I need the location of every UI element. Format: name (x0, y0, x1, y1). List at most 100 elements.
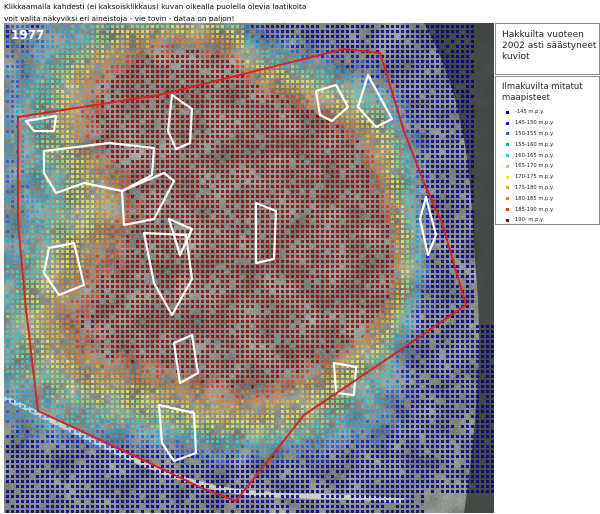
ground-point (381, 30, 384, 33)
ground-point (81, 155, 84, 158)
ground-point (106, 145, 109, 148)
ground-point (271, 30, 274, 33)
ground-point (106, 180, 109, 183)
ground-point (456, 50, 459, 53)
ground-point (176, 295, 179, 298)
ground-point (61, 55, 64, 58)
ground-point (261, 265, 264, 268)
ground-point (211, 70, 214, 73)
ground-point (251, 175, 254, 178)
ground-point (61, 200, 64, 203)
ground-point (376, 215, 379, 218)
ground-point (271, 225, 274, 228)
ground-point (411, 315, 414, 318)
ground-point (16, 105, 19, 108)
ground-point (391, 290, 394, 293)
ground-point (131, 290, 134, 293)
ground-point (416, 240, 419, 243)
ground-point (61, 255, 64, 258)
ground-point (41, 175, 44, 178)
ground-point (466, 50, 469, 53)
ground-point (261, 315, 264, 318)
ground-point (66, 230, 69, 233)
ground-point (6, 310, 9, 313)
ground-point (86, 70, 89, 73)
ground-point (256, 105, 259, 108)
ground-point (76, 65, 79, 68)
ground-point (36, 105, 39, 108)
ground-point (96, 200, 99, 203)
ground-point (11, 305, 14, 308)
ground-point (111, 250, 114, 253)
ground-point (241, 60, 244, 63)
ground-point (171, 35, 174, 38)
ground-point (96, 215, 99, 218)
ground-point (346, 25, 349, 28)
ground-point (226, 230, 229, 233)
ground-point (241, 175, 244, 178)
ground-point (106, 135, 109, 138)
ground-point (106, 320, 109, 323)
ground-point (391, 30, 394, 33)
ground-point (226, 60, 229, 63)
ground-point (416, 85, 419, 88)
ground-point (311, 250, 314, 253)
ground-point (141, 30, 144, 33)
ground-point (276, 260, 279, 263)
ground-point (446, 225, 449, 228)
ground-point (391, 155, 394, 158)
ground-point (351, 180, 354, 183)
ground-point (376, 185, 379, 188)
ground-point (281, 45, 284, 48)
ground-point (311, 105, 314, 108)
ground-point (301, 145, 304, 148)
ground-point (146, 315, 149, 318)
map-canvas[interactable] (4, 23, 494, 513)
ground-point (171, 190, 174, 193)
ground-point (336, 250, 339, 253)
ground-point (146, 90, 149, 93)
ground-point (446, 300, 449, 303)
ground-point (61, 155, 64, 158)
ground-point (411, 45, 414, 48)
ground-point (231, 265, 234, 268)
ground-point (421, 75, 424, 78)
ground-point (211, 250, 214, 253)
ground-point (101, 200, 104, 203)
ground-point (251, 125, 254, 128)
ground-point (346, 115, 349, 118)
ground-point (401, 140, 404, 143)
ground-point (116, 140, 119, 143)
ground-point (441, 275, 444, 278)
ground-point (446, 285, 449, 288)
ground-point (256, 85, 259, 88)
ground-point (221, 240, 224, 243)
ground-point (221, 300, 224, 303)
ground-point (461, 275, 464, 278)
ground-point (251, 155, 254, 158)
ground-point (181, 55, 184, 58)
ground-point (321, 260, 324, 263)
ground-point (216, 305, 219, 308)
ground-point (46, 185, 49, 188)
ground-point (156, 135, 159, 138)
map-view[interactable]: 1977 (4, 23, 494, 513)
ground-point (261, 30, 264, 33)
ground-point (306, 110, 309, 113)
ground-point (161, 255, 164, 258)
ground-point (411, 80, 414, 83)
ground-point (6, 175, 9, 178)
ground-point (31, 170, 34, 173)
ground-point (436, 25, 439, 28)
ground-point (66, 35, 69, 38)
ground-point (11, 80, 14, 83)
ground-point (296, 280, 299, 283)
ground-point (276, 240, 279, 243)
ground-point (96, 305, 99, 308)
ground-point (146, 100, 149, 103)
ground-point (316, 205, 319, 208)
ground-point (451, 25, 454, 28)
ground-point (151, 260, 154, 263)
ground-point (311, 100, 314, 103)
ground-point (291, 265, 294, 268)
